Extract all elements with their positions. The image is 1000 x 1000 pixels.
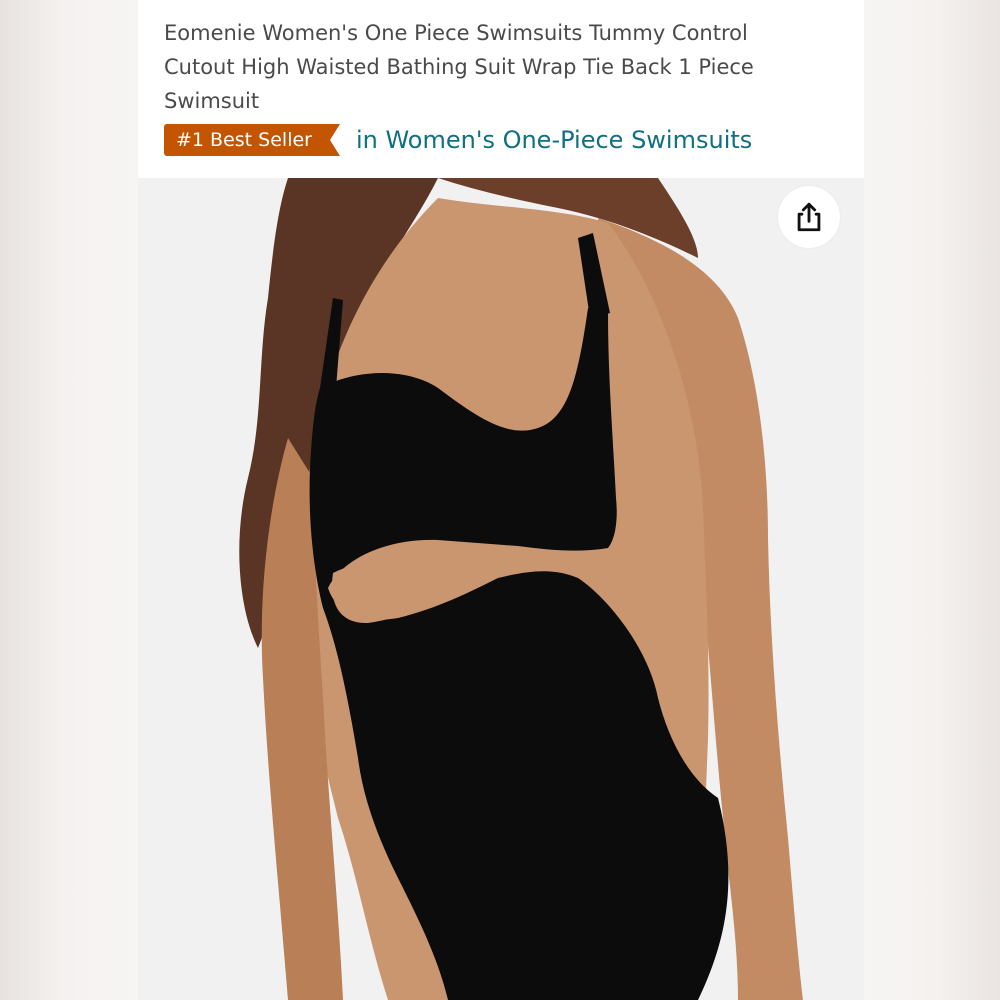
best-seller-badge[interactable]: #1 Best Seller — [164, 124, 340, 156]
share-button[interactable] — [778, 186, 840, 248]
best-seller-category-link[interactable]: in Women's One-Piece Swimsuits — [356, 124, 752, 156]
share-icon — [797, 202, 821, 232]
product-title: Eomenie Women's One Piece Swimsuits Tumm… — [164, 21, 754, 113]
best-seller-row: #1 Best Seller in Women's One-Piece Swim… — [164, 122, 752, 158]
product-image[interactable] — [138, 178, 864, 1000]
product-card: Eomenie Women's One Piece Swimsuits Tumm… — [138, 0, 864, 1000]
product-photo-illustration — [138, 178, 864, 1000]
